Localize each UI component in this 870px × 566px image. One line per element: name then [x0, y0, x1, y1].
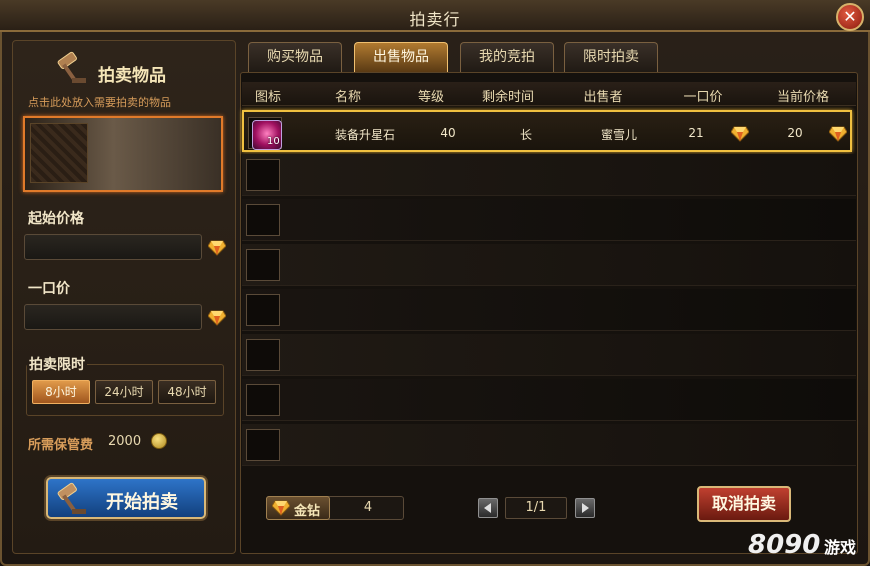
arrow-right-icon: [582, 503, 589, 513]
page-indicator: 1/1: [505, 497, 567, 519]
item-time-left: 长: [519, 128, 532, 142]
table-row[interactable]: [242, 199, 856, 241]
prev-page-button[interactable]: [478, 498, 498, 518]
logo-number: 8090: [748, 530, 821, 560]
item-icon-slot: [246, 384, 280, 416]
diamond-icon: [208, 310, 226, 326]
item-icon-slot: [246, 249, 280, 281]
gavel-icon: [57, 51, 86, 83]
time-option-24h[interactable]: 24小时: [95, 380, 153, 404]
header-current-price: 当前价格: [776, 90, 829, 105]
time-option-48h[interactable]: 48小时: [158, 380, 216, 404]
start-price-label: 起始价格: [28, 211, 84, 227]
table-row[interactable]: [242, 244, 856, 286]
item-drop-pattern: [30, 123, 88, 183]
window-title: 拍卖行: [409, 10, 461, 29]
next-page-button[interactable]: [575, 498, 595, 518]
item-icon-slot: [246, 159, 280, 191]
arrow-left-icon: [484, 503, 491, 513]
header-name: 名称: [334, 90, 361, 105]
item-icon-slot: [246, 429, 280, 461]
close-button[interactable]: ✕: [836, 3, 864, 31]
header-icon: 图标: [254, 90, 281, 105]
currency-label: 金钻: [294, 504, 321, 519]
logo-text: 游戏: [824, 538, 857, 557]
start-price-input[interactable]: [24, 234, 202, 260]
fee-label: 所需保管费: [28, 438, 94, 453]
table-row[interactable]: 10 装备升星石 40 长 蜜雪儿 21 20: [242, 110, 852, 152]
tab-timed[interactable]: 限时拍卖: [564, 42, 658, 72]
diamond-icon: [829, 126, 847, 142]
item-current-price: 20: [787, 126, 803, 140]
time-option-8h[interactable]: 8小时: [32, 380, 90, 404]
header-buyout: 一口价: [683, 90, 723, 105]
tab-buy[interactable]: 购买物品: [248, 42, 342, 72]
item-level: 40: [440, 126, 456, 140]
header-level: 等级: [417, 90, 444, 105]
gold-coin-icon: [151, 433, 167, 449]
item-seller: 蜜雪儿: [600, 128, 637, 142]
gavel-icon: [57, 482, 86, 514]
site-logo: 8090 游戏: [742, 524, 862, 562]
buyout-label: 一口价: [28, 281, 70, 297]
header-seller: 出售者: [583, 90, 623, 105]
fee-value: 2000: [108, 434, 142, 449]
drop-hint: 点击此处放入需要拍卖的物品: [28, 96, 171, 109]
sell-panel-title: 拍卖物品: [98, 66, 166, 86]
item-name: 装备升星石: [334, 128, 395, 142]
item-icon-slot: [246, 339, 280, 371]
time-limit-label: 拍卖限时: [27, 354, 87, 374]
diamond-icon: [731, 126, 749, 142]
table-row[interactable]: [242, 424, 856, 466]
tab-sell[interactable]: 出售物品: [354, 42, 448, 72]
currency-value: 4: [363, 500, 373, 515]
header-time-left: 剩余时间: [481, 90, 534, 105]
item-buyout: 21: [688, 126, 704, 140]
table-row[interactable]: [242, 379, 856, 421]
diamond-icon: [272, 500, 290, 516]
table-row[interactable]: [242, 154, 856, 196]
tab-my-bids[interactable]: 我的竞拍: [460, 42, 554, 72]
table-row[interactable]: [242, 289, 856, 331]
item-icon-slot: [246, 204, 280, 236]
item-icon-slot: [246, 294, 280, 326]
cancel-auction-button[interactable]: 取消拍卖: [697, 486, 791, 522]
item-quantity: 10: [267, 136, 280, 147]
buyout-input[interactable]: [24, 304, 202, 330]
diamond-icon: [208, 240, 226, 256]
table-row[interactable]: [242, 334, 856, 376]
start-auction-label: 开始拍卖: [106, 492, 178, 513]
start-auction-button[interactable]: 开始拍卖: [46, 477, 206, 519]
item-icon-slot: 10: [248, 117, 282, 150]
item-drop-slot[interactable]: [23, 116, 223, 192]
